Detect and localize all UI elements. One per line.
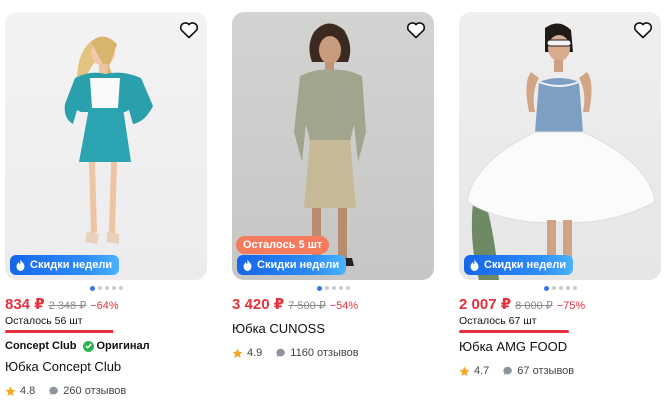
discount: −75% xyxy=(556,300,586,312)
old-price: 7 500 ₽ xyxy=(288,300,326,312)
fire-icon xyxy=(243,259,252,271)
stock-remaining: Осталось 56 шт xyxy=(5,315,83,327)
promo-label: Скидки недели xyxy=(257,259,340,271)
low-stock-badge: Осталось 5 шт xyxy=(236,236,330,254)
product-card[interactable]: Осталось 5 шт Скидки недели 3 420 ₽ 7 50… xyxy=(232,12,434,360)
chat-bubble-icon xyxy=(503,366,513,376)
rating-row[interactable]: 4.7 67 отзывов xyxy=(459,364,661,378)
chat-bubble-icon xyxy=(49,386,59,396)
favorite-button[interactable] xyxy=(404,18,428,42)
image-pager[interactable] xyxy=(459,282,661,294)
product-card[interactable]: Скидки недели 834 ₽ 2 348 ₽ −64% Осталос… xyxy=(5,12,207,398)
star-icon xyxy=(5,385,16,396)
current-price: 2 007 ₽ xyxy=(459,296,512,313)
product-title[interactable]: Юбка CUNOSS xyxy=(232,321,434,337)
current-price: 834 ₽ xyxy=(5,296,45,313)
heart-icon xyxy=(633,22,653,39)
chat-bubble-icon xyxy=(276,348,286,358)
heart-icon xyxy=(406,22,426,39)
model-photo-skirt-white xyxy=(466,23,656,280)
rating-value: 4.8 xyxy=(20,385,36,397)
promo-badge[interactable]: Скидки недели xyxy=(464,255,574,275)
fire-icon xyxy=(16,259,25,271)
check-icon xyxy=(82,340,94,352)
reviews-count: 260 отзывов xyxy=(63,385,127,397)
favorite-button[interactable] xyxy=(177,18,201,42)
rating-value: 4.9 xyxy=(247,347,263,359)
original-label: Оригинал xyxy=(96,340,150,352)
promo-label: Скидки недели xyxy=(484,259,567,271)
rating-value: 4.7 xyxy=(474,365,490,377)
brand-name[interactable]: Concept Club xyxy=(5,340,77,352)
product-title[interactable]: Юбка AMG FOOD xyxy=(459,339,661,355)
promo-badge[interactable]: Скидки недели xyxy=(237,255,347,275)
star-icon xyxy=(232,347,243,358)
current-price: 3 420 ₽ xyxy=(232,296,285,313)
favorite-button[interactable] xyxy=(631,18,655,42)
product-photo[interactable]: Осталось 5 шт Скидки недели xyxy=(232,12,434,280)
reviews-count: 1160 отзывов xyxy=(290,347,359,359)
promo-label: Скидки недели xyxy=(30,259,113,271)
original-badge: Оригинал xyxy=(82,340,150,352)
heart-icon xyxy=(179,22,199,39)
product-photo[interactable]: Скидки недели xyxy=(459,12,661,280)
stock-progress-bar xyxy=(459,330,569,333)
product-title[interactable]: Юбка Concept Club xyxy=(5,359,207,375)
image-pager[interactable] xyxy=(5,282,207,294)
model-photo-skirt-teal xyxy=(64,36,153,244)
brand-row: Concept Club Оригинал xyxy=(5,339,207,353)
star-icon xyxy=(459,365,470,376)
product-card[interactable]: Скидки недели 2 007 ₽ 8 000 ₽ −75% Остал… xyxy=(459,12,661,378)
rating-row[interactable]: 4.8 260 отзывов xyxy=(5,384,207,398)
old-price: 8 000 ₽ xyxy=(515,300,553,312)
price-row: 2 007 ₽ 8 000 ₽ −75% xyxy=(459,295,661,313)
price-row: 834 ₽ 2 348 ₽ −64% xyxy=(5,295,207,313)
stock-progress-bar xyxy=(5,330,115,333)
product-photo[interactable]: Скидки недели xyxy=(5,12,207,280)
discount: −54% xyxy=(329,300,359,312)
discount: −64% xyxy=(90,300,119,312)
promo-badge[interactable]: Скидки недели xyxy=(10,255,120,275)
reviews-count: 67 отзывов xyxy=(517,365,575,377)
stock-progress-fill xyxy=(459,330,569,333)
fire-icon xyxy=(470,259,479,271)
stock-progress-fill xyxy=(5,330,113,333)
price-row: 3 420 ₽ 7 500 ₽ −54% xyxy=(232,295,434,313)
stock-remaining: Осталось 67 шт xyxy=(459,315,537,327)
old-price: 2 348 ₽ xyxy=(48,300,87,312)
rating-row[interactable]: 4.9 1160 отзывов xyxy=(232,346,434,360)
image-pager[interactable] xyxy=(232,282,434,294)
